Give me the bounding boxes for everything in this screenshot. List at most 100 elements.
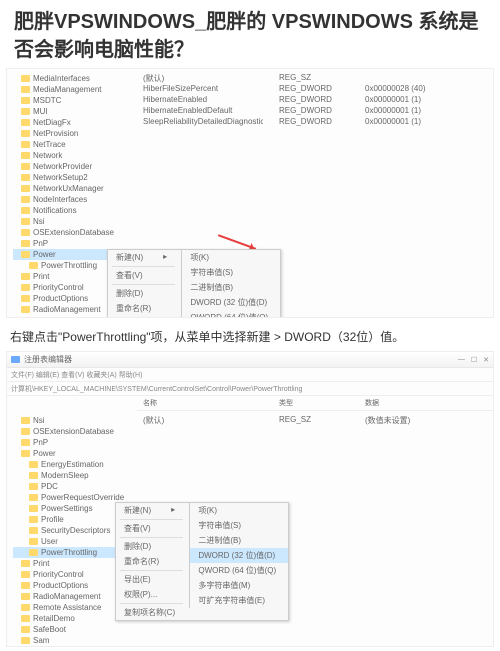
folder-icon <box>21 185 30 192</box>
tree-item-label: Print <box>33 272 49 281</box>
folder-icon <box>29 461 38 468</box>
tree-item[interactable]: MediaInterfaces <box>13 73 137 84</box>
tree-item[interactable]: MediaManagement <box>13 84 137 95</box>
folder-icon <box>21 97 30 104</box>
context-menu[interactable]: 新建(N)▸ 查看(V) 删除(D)重命名(R) 导出(E) 权限(P)... 复制项名称… <box>115 502 289 621</box>
tree-item[interactable]: NetProvision <box>13 128 137 139</box>
tree-item[interactable]: SafeBoot <box>13 624 137 635</box>
address-bar[interactable]: 计算机\HKEY_LOCAL_MACHINE\SYSTEM\CurrentCon… <box>7 382 493 396</box>
menu-item[interactable]: 新建(N)▸ <box>116 503 187 518</box>
tree-item-label: PowerThrottling <box>41 261 97 270</box>
menu-item[interactable]: 二进制值(B) <box>190 533 288 548</box>
menu-item[interactable]: 查看(V) <box>108 268 179 283</box>
column-headers[interactable]: 名称 类型 数据 <box>137 396 493 411</box>
tree-item[interactable]: PnP <box>13 437 137 448</box>
value-row[interactable]: HibernateEnabledDefaultREG_DWORD0x000000… <box>143 106 487 117</box>
tree-item[interactable]: ScEvents <box>13 646 137 647</box>
folder-icon <box>29 516 38 523</box>
folder-icon <box>21 119 30 126</box>
value-row[interactable]: (默认)REG_SZ <box>143 73 487 84</box>
tree-item[interactable]: EnergyEstimation <box>13 459 137 470</box>
menu-item[interactable]: 重命名(R) <box>116 554 187 569</box>
value-type: REG_DWORD <box>279 106 349 117</box>
menu-item[interactable]: DWORD (32 位)值(D) <box>182 295 280 310</box>
tree-item-label: NetworkSetup2 <box>33 173 88 182</box>
tree-item[interactable]: PDC <box>13 481 137 492</box>
folder-icon <box>21 428 30 435</box>
menu-item[interactable]: 项(K) <box>182 250 280 265</box>
tree-item[interactable]: Sam <box>13 635 137 646</box>
tree-item-label: NetProvision <box>33 129 78 138</box>
menu-item[interactable]: 二进制值(B) <box>182 280 280 295</box>
value-row[interactable]: HiberFileSizePercentREG_DWORD0x00000028 … <box>143 84 487 95</box>
menu-item-label: 权限(P)... <box>124 589 157 600</box>
tree-item[interactable]: NetworkUxManager <box>13 183 137 194</box>
tree-item-label: MediaManagement <box>33 85 101 94</box>
minimize-icon[interactable]: — <box>458 356 465 364</box>
folder-icon <box>21 626 30 633</box>
menu-item[interactable]: 字符串值(S) <box>190 518 288 533</box>
tree-item-label: Notifications <box>33 206 77 215</box>
tree-item-label: RadioManagement <box>33 592 101 601</box>
window-controls[interactable]: — ☐ ✕ <box>458 356 489 364</box>
menu-item[interactable]: 删除(D) <box>108 286 179 301</box>
close-icon[interactable]: ✕ <box>483 356 489 364</box>
menu-item[interactable]: 复制项名称(C) <box>116 605 187 620</box>
maximize-icon[interactable]: ☐ <box>471 356 477 364</box>
menu-item[interactable]: 重命名(R) <box>108 301 179 316</box>
menu-item[interactable]: 多字符串值(M) <box>190 578 288 593</box>
window-title: 注册表编辑器 <box>24 354 72 365</box>
value-row[interactable]: (默认)REG_SZ(数值未设置) <box>143 415 487 426</box>
tree-item[interactable]: Network <box>13 150 137 161</box>
tree-item[interactable]: Power <box>13 448 137 459</box>
folder-icon <box>29 472 38 479</box>
tree-item[interactable]: NodeInterfaces <box>13 194 137 205</box>
menu-item[interactable]: QWORD (64 位)值(Q) <box>182 310 280 318</box>
menu-item[interactable]: 权限(P)... <box>116 587 187 602</box>
menu-item[interactable]: 导出(E) <box>116 572 187 587</box>
tree-item[interactable]: Nsi <box>13 216 137 227</box>
folder-icon <box>29 505 38 512</box>
screenshot-panel-2: 注册表编辑器 — ☐ ✕ 文件(F) 编辑(E) 查看(V) 收藏夹(A) 帮助… <box>6 351 494 647</box>
value-name: HibernateEnabledDefault <box>143 106 263 117</box>
tree-item[interactable]: ModernSleep <box>13 470 137 481</box>
menu-item[interactable]: 新建(N)▸ <box>108 250 179 265</box>
menu-item[interactable]: 字符串值(S) <box>182 265 280 280</box>
menu-item[interactable]: 项(K) <box>190 503 288 518</box>
menu-item[interactable]: 删除(D) <box>116 539 187 554</box>
tree-item[interactable]: OSExtensionDatabase <box>13 227 137 238</box>
value-data: (数值未设置) <box>365 415 435 426</box>
tree-item[interactable]: MUI <box>13 106 137 117</box>
menu-item[interactable]: 查看(V) <box>116 521 187 536</box>
tree-item-label: Power <box>33 449 56 458</box>
instruction-caption: 右键点击"PowerThrottling"项，从菜单中选择新建 > DWORD（… <box>0 322 500 351</box>
tree-item[interactable]: NetTrace <box>13 139 137 150</box>
tree-item-label: PnP <box>33 438 48 447</box>
value-row[interactable]: SleepReliabilityDetailedDiagnosticsREG_D… <box>143 117 487 128</box>
tree-item-label: PowerRequestOverride <box>41 493 124 502</box>
header-data[interactable]: 数据 <box>365 398 435 408</box>
menubar[interactable]: 文件(F) 编辑(E) 查看(V) 收藏夹(A) 帮助(H) <box>7 368 493 382</box>
folder-icon <box>21 604 30 611</box>
menu-item[interactable]: DWORD (32 位)值(D) <box>190 548 288 563</box>
menu-item[interactable]: QWORD (64 位)值(Q) <box>190 563 288 578</box>
tree-item[interactable]: Notifications <box>13 205 137 216</box>
tree-item-label: Nsi <box>33 217 45 226</box>
header-type[interactable]: 类型 <box>279 398 349 408</box>
tree-item[interactable]: PnP <box>13 238 137 249</box>
tree-item[interactable]: MSDTC <box>13 95 137 106</box>
menu-item-label: 二进制值(B) <box>190 282 233 293</box>
value-row[interactable]: HibernateEnabledREG_DWORD0x00000001 (1) <box>143 95 487 106</box>
tree-item-label: PowerSettings <box>41 504 93 513</box>
context-menu[interactable]: 新建(N)▸查看(V)删除(D)重命名(R)导出(E)权限(P)...复制项名称… <box>107 249 281 318</box>
menu-item-label: 二进制值(B) <box>198 535 241 546</box>
header-name[interactable]: 名称 <box>143 398 263 408</box>
tree-item[interactable]: Nsi <box>13 415 137 426</box>
menu-item-label: 复制项名称(C) <box>124 607 175 618</box>
tree-item[interactable]: NetDiagFx <box>13 117 137 128</box>
tree-item[interactable]: NetworkProvider <box>13 161 137 172</box>
menu-item-label: DWORD (32 位)值(D) <box>198 550 275 561</box>
value-name: HibernateEnabled <box>143 95 263 106</box>
tree-item[interactable]: NetworkSetup2 <box>13 172 137 183</box>
tree-item[interactable]: OSExtensionDatabase <box>13 426 137 437</box>
